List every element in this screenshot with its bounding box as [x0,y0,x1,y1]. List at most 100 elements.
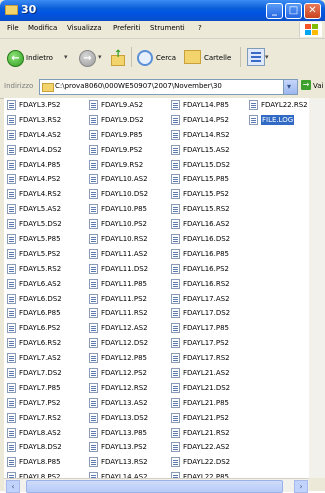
file-item[interactable]: FDAYL13.P85 [86,426,166,441]
file-item[interactable]: FDAYL14.PS2 [168,113,248,128]
file-item[interactable]: FDAYL4.DS2 [4,143,84,158]
file-item[interactable]: FDAYL11.RS2 [86,306,166,321]
views-dropdown-icon[interactable]: ▾ [265,53,269,61]
file-item[interactable]: FDAYL5.PS2 [4,247,84,262]
file-item[interactable]: FDAYL8.PS2 [4,470,84,478]
search-icon[interactable] [137,50,153,66]
file-item[interactable]: FDAYL21.RS2 [168,426,248,441]
file-item[interactable]: FDAYL14.P85 [168,98,248,113]
file-item[interactable]: FDAYL14.AS2 [86,470,166,478]
title-bar[interactable]: 30 _ □ ✕ [0,0,325,21]
maximize-button[interactable]: □ [285,3,302,19]
file-item[interactable]: FDAYL4.PS2 [4,172,84,187]
minimize-button[interactable]: _ [266,3,283,19]
file-item[interactable]: FDAYL13.DS2 [86,411,166,426]
file-item[interactable]: FILE.LOG [246,113,309,128]
forward-dropdown-icon[interactable]: ▾ [98,53,102,61]
menu-help[interactable]: ? [198,24,202,32]
file-item[interactable]: FDAYL12.AS2 [86,321,166,336]
file-item[interactable]: FDAYL12.P85 [86,351,166,366]
file-item[interactable]: FDAYL12.DS2 [86,336,166,351]
file-item[interactable]: FDAYL15.AS2 [168,143,248,158]
close-button[interactable]: ✕ [304,3,321,19]
file-item[interactable]: FDAYL7.RS2 [4,411,84,426]
file-item[interactable]: FDAYL22.DS2 [168,455,248,470]
back-button-label[interactable]: Indietro [26,54,53,62]
file-item[interactable]: FDAYL21.AS2 [168,366,248,381]
file-item[interactable]: FDAYL10.RS2 [86,232,166,247]
file-item[interactable]: FDAYL17.P85 [168,321,248,336]
file-item[interactable]: FDAYL13.AS2 [86,396,166,411]
file-item[interactable]: FDAYL9.DS2 [86,113,166,128]
menu-visualizza[interactable]: Visualizza [67,24,101,32]
folders-button-label[interactable]: Cartelle [204,54,231,62]
file-item[interactable]: FDAYL16.PS2 [168,262,248,277]
file-item[interactable]: FDAYL15.PS2 [168,187,248,202]
back-dropdown-icon[interactable]: ▾ [64,53,68,61]
file-item[interactable]: FDAYL22.P85 [168,470,248,478]
file-item[interactable]: FDAYL16.RS2 [168,277,248,292]
file-item[interactable]: FDAYL10.P85 [86,202,166,217]
file-item[interactable]: FDAYL22.RS2 [246,98,309,113]
file-item[interactable]: FDAYL6.AS2 [4,277,84,292]
file-item[interactable]: FDAYL16.P85 [168,247,248,262]
file-item[interactable]: FDAYL10.PS2 [86,217,166,232]
file-item[interactable]: FDAYL15.P85 [168,172,248,187]
file-item[interactable]: FDAYL6.P85 [4,306,84,321]
file-item[interactable]: FDAYL15.DS2 [168,158,248,173]
address-dropdown-button[interactable]: ▾ [283,79,298,95]
file-list[interactable]: FDAYL3.PS2 FDAYL3.RS2 FDAYL4.AS2 FDAYL4.DS2… [4,98,309,478]
file-item[interactable]: FDAYL17.RS2 [168,351,248,366]
file-item[interactable]: FDAYL6.RS2 [4,336,84,351]
file-item[interactable]: FDAYL15.RS2 [168,202,248,217]
file-item[interactable]: FDAYL9.PS2 [86,143,166,158]
file-item[interactable]: FDAYL17.DS2 [168,306,248,321]
file-item[interactable]: FDAYL16.AS2 [168,217,248,232]
file-item[interactable]: FDAYL12.RS2 [86,381,166,396]
up-folder-icon[interactable]: ↑ [111,49,125,66]
horizontal-scrollbar[interactable]: ‹ › [4,478,309,493]
file-item[interactable]: FDAYL7.AS2 [4,351,84,366]
file-item[interactable]: FDAYL16.DS2 [168,232,248,247]
file-item[interactable]: FDAYL22.AS2 [168,440,248,455]
file-item[interactable]: FDAYL3.RS2 [4,113,84,128]
file-item[interactable]: FDAYL8.AS2 [4,426,84,441]
file-item[interactable]: FDAYL11.P85 [86,277,166,292]
file-item[interactable]: FDAYL21.P85 [168,396,248,411]
file-item[interactable]: FDAYL8.P85 [4,455,84,470]
file-item[interactable]: FDAYL10.DS2 [86,187,166,202]
views-icon[interactable] [247,48,265,66]
back-arrow-icon[interactable]: ← [7,50,24,67]
file-item[interactable]: FDAYL13.PS2 [86,440,166,455]
file-item[interactable]: FDAYL17.AS2 [168,292,248,307]
scroll-left-icon[interactable]: ‹ [6,480,20,493]
go-button-label[interactable]: Vai [313,82,323,90]
search-button-label[interactable]: Cerca [156,54,176,62]
menu-preferiti[interactable]: Preferiti [113,24,140,32]
file-item[interactable]: FDAYL6.PS2 [4,321,84,336]
file-item[interactable]: FDAYL11.DS2 [86,262,166,277]
menu-file[interactable]: File [7,24,19,32]
file-item[interactable]: FDAYL5.AS2 [4,202,84,217]
file-item[interactable]: FDAYL4.P85 [4,158,84,173]
file-item[interactable]: FDAYL10.AS2 [86,172,166,187]
address-field[interactable]: C:\prova8060\000WE50907\2007\November\30 [39,79,298,95]
file-item[interactable]: FDAYL7.DS2 [4,366,84,381]
file-item[interactable]: FDAYL12.PS2 [86,366,166,381]
file-item[interactable]: FDAYL6.DS2 [4,292,84,307]
file-item[interactable]: FDAYL11.PS2 [86,292,166,307]
file-item[interactable]: FDAYL4.RS2 [4,187,84,202]
file-item[interactable]: FDAYL14.RS2 [168,128,248,143]
menu-modifica[interactable]: Modifica [28,24,57,32]
file-item[interactable]: FDAYL7.PS2 [4,396,84,411]
file-item[interactable]: FDAYL9.P85 [86,128,166,143]
file-item[interactable]: FDAYL17.PS2 [168,336,248,351]
file-item[interactable]: FDAYL21.DS2 [168,381,248,396]
folders-icon[interactable] [184,50,201,64]
go-arrow-icon[interactable]: → [301,80,311,90]
scrollbar-thumb[interactable] [26,480,283,493]
file-item[interactable]: FDAYL4.AS2 [4,128,84,143]
file-item[interactable]: FDAYL13.RS2 [86,455,166,470]
file-item[interactable]: FDAYL11.AS2 [86,247,166,262]
file-item[interactable]: FDAYL3.PS2 [4,98,84,113]
